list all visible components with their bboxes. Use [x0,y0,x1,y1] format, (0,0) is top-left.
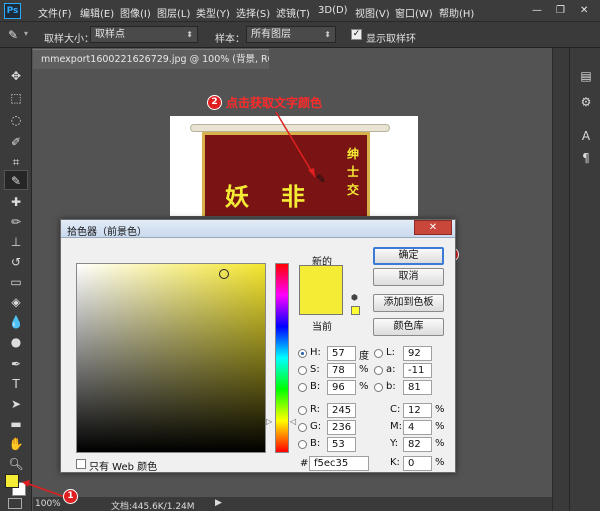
lab-l-field[interactable]: 92 [403,346,432,361]
magenta-field[interactable]: 4 [403,420,432,435]
brightness-label: B: [310,381,321,392]
black-unit: % [435,457,445,468]
color-picker-dialog: 拾色器（前景色） ✕ ▷ ◁ 新的 当前 ⬢ 确定 取消 添加到色板 颜色库 H… [60,219,456,473]
hex-field[interactable]: f5ec35 [309,456,369,471]
web-colors-only-label: 只有 Web 颜色 [89,462,158,473]
magenta-label: M: [390,421,402,432]
saturation-label: S: [310,364,320,375]
ok-button[interactable]: 确定 [373,247,444,265]
blue-radio[interactable] [298,440,307,449]
lab-b-label: b: [386,381,396,392]
lab-l-label: L: [386,347,395,358]
dialog-titlebar[interactable]: 拾色器（前景色） ✕ [61,220,455,238]
dialog-title: 拾色器（前景色） [67,227,147,238]
lab-b-radio[interactable] [374,383,383,392]
hue-slider-left-arrow-icon[interactable]: ▷ [266,417,272,426]
black-label: K: [390,457,400,468]
lab-b-field[interactable]: 81 [403,380,432,395]
yellow-label: Y: [390,438,399,449]
new-color-swatch [299,265,343,290]
saturation-radio[interactable] [298,366,307,375]
web-safe-cube-icon[interactable]: ⬢ [351,294,359,302]
green-field[interactable]: 236 [327,420,356,435]
black-field[interactable]: 0 [403,456,432,471]
red-label: R: [310,404,321,415]
step-1-badge: 1 [63,489,78,504]
color-marker[interactable] [219,269,229,279]
saturation-unit: % [359,364,369,375]
saturation-field[interactable]: 78 [327,363,356,378]
hue-slider[interactable] [275,263,289,453]
green-radio[interactable] [298,423,307,432]
hue-radio[interactable] [298,349,307,358]
web-colors-only-checkbox[interactable] [76,459,86,469]
cyan-unit: % [435,404,445,415]
saturation-brightness-field[interactable] [76,263,266,453]
web-safe-swatch[interactable] [351,306,360,315]
lab-a-radio[interactable] [374,366,383,375]
lab-l-radio[interactable] [374,349,383,358]
hue-label: H: [310,347,321,358]
magenta-unit: % [435,421,445,432]
cyan-field[interactable]: 12 [403,403,432,418]
red-radio[interactable] [298,406,307,415]
lab-a-field[interactable]: -11 [403,363,432,378]
cyan-label: C: [390,404,401,415]
hue-slider-right-arrow-icon[interactable]: ◁ [290,417,296,426]
yellow-field[interactable]: 82 [403,437,432,452]
red-field[interactable]: 245 [327,403,356,418]
cancel-button[interactable]: 取消 [373,268,444,286]
close-icon[interactable]: ✕ [414,220,452,235]
brightness-field[interactable]: 96 [327,380,356,395]
yellow-unit: % [435,438,445,449]
brightness-unit: % [359,381,369,392]
current-color-swatch[interactable] [299,290,343,315]
lab-a-label: a: [386,364,396,375]
add-to-swatches-button[interactable]: 添加到色板 [373,294,444,312]
current-color-label: 当前 [312,322,332,333]
hex-hash: # [300,458,309,469]
hue-unit: 度 [359,351,369,362]
blue-label: B: [310,438,321,449]
hue-field[interactable]: 57 [327,346,356,361]
color-libraries-button[interactable]: 颜色库 [373,318,444,336]
brightness-radio[interactable] [298,383,307,392]
blue-field[interactable]: 53 [327,437,356,452]
green-label: G: [310,421,322,432]
